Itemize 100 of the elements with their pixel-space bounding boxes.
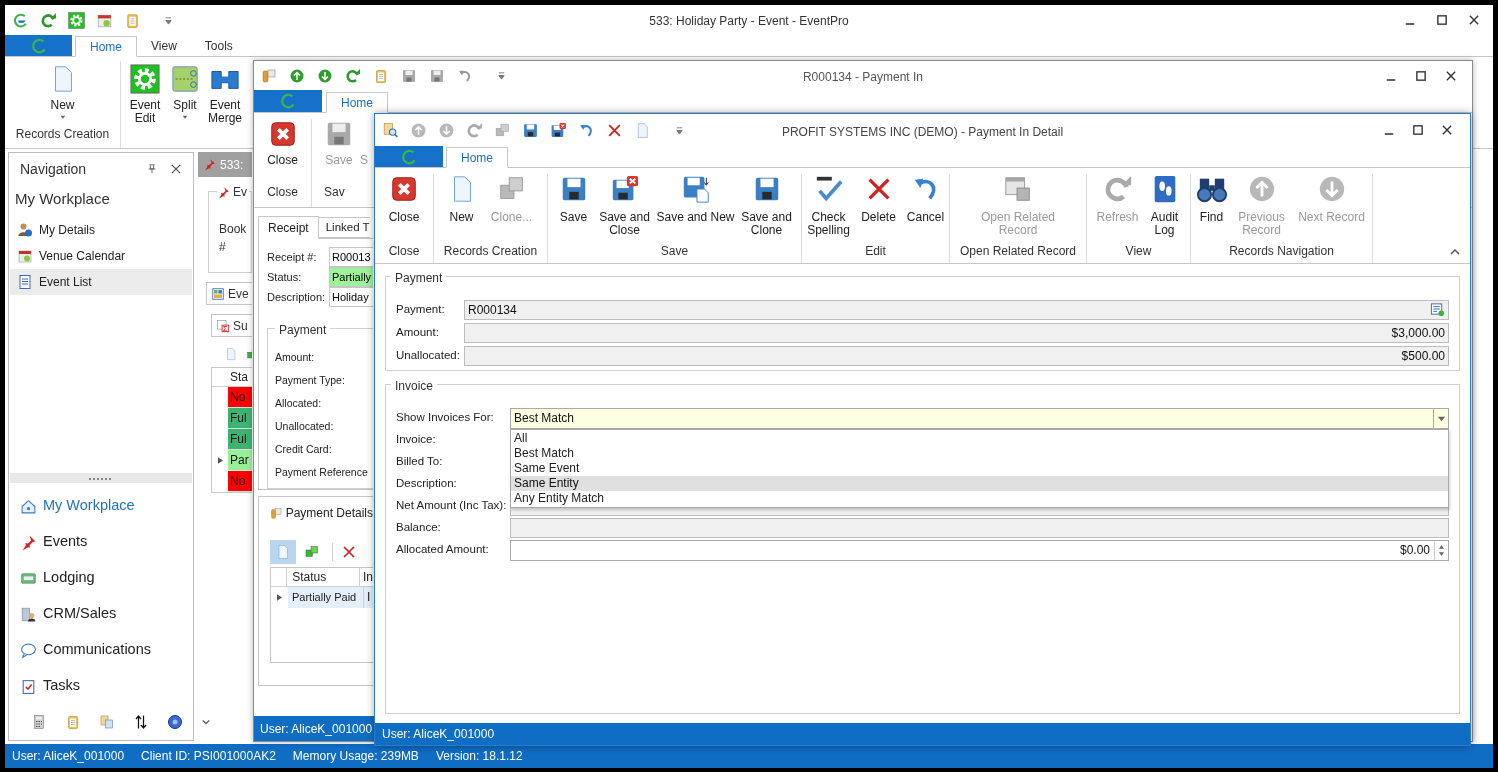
close-icon <box>171 164 181 174</box>
document-list-icon <box>17 273 33 290</box>
dropdown-arrow-icon <box>674 125 684 135</box>
ribbon-button[interactable]: New <box>44 61 81 125</box>
cubes-icon <box>304 544 320 560</box>
person-icon <box>17 221 33 238</box>
input-field[interactable]: Partially <box>329 267 373 287</box>
toolbar-button[interactable] <box>549 120 568 140</box>
ribbon-group-label: View <box>1125 243 1152 260</box>
field-label: Unallocated: <box>275 419 335 434</box>
module-shortcut-button[interactable] <box>167 714 183 730</box>
ribbon-tab[interactable]: Tools <box>190 35 247 56</box>
module-button[interactable]: Communications <box>9 632 193 668</box>
dropdown-option[interactable]: Any Entity Match <box>511 490 1448 506</box>
ribbon-button[interactable]: Split <box>167 61 203 148</box>
ribbon-button[interactable]: Check Spelling <box>802 174 855 242</box>
tab[interactable]: Eve <box>206 282 252 305</box>
spin-field[interactable]: $0.00 <box>510 539 1449 561</box>
close-icon <box>1468 14 1480 26</box>
window-title: 533: Holiday Party - Event - EventPro <box>649 13 849 30</box>
navigation-item[interactable]: Venue Calendar <box>10 242 192 269</box>
chevron-down-icon <box>201 717 211 727</box>
ribbon-button[interactable]: Find <box>1192 174 1231 242</box>
ribbon-button[interactable]: Cancel <box>902 174 949 242</box>
input-field[interactable]: Holiday <box>329 287 373 307</box>
pushpin-icon <box>203 158 216 171</box>
navigation-item[interactable]: Event List <box>10 268 192 295</box>
module-button[interactable]: My Workplace <box>9 488 193 524</box>
magnifier-document-icon <box>382 121 399 139</box>
dropdown-option[interactable]: All <box>511 430 1448 446</box>
dropdown-field[interactable]: Best Match <box>510 407 1449 429</box>
minimize-icon <box>1405 23 1415 25</box>
close-icon <box>389 174 419 204</box>
field-label: Description: <box>267 289 327 305</box>
ribbon-button[interactable]: Event Edit <box>127 61 163 148</box>
status-cell: No <box>228 387 252 408</box>
dropdown-option[interactable]: Same Entity <box>511 475 1448 491</box>
clipboard-icon <box>373 67 389 84</box>
ribbon-button[interactable]: Audit Log <box>1144 174 1185 242</box>
splitter-grip[interactable] <box>10 473 192 483</box>
refresh-icon <box>39 11 57 29</box>
add-button[interactable] <box>246 347 252 361</box>
field-label: Status: <box>267 269 303 285</box>
ribbon-button[interactable]: Save <box>553 174 594 242</box>
ribbon-tab[interactable]: Home <box>75 36 137 57</box>
ribbon-button[interactable]: Event Merge <box>207 61 243 148</box>
input-field[interactable]: $500.00 <box>464 345 1449 366</box>
dropdown-caret-icon <box>59 114 66 120</box>
ribbon-group-label: Save <box>660 243 689 260</box>
ribbon-group-label: Records Navigation <box>1229 243 1334 260</box>
column-header: Sta <box>229 369 249 386</box>
record-tab[interactable]: Receipt <box>258 216 319 239</box>
collapse-ribbon-button[interactable] <box>1450 247 1460 257</box>
status-bar-text: User: AliceK_001000 <box>12 748 125 765</box>
close-button[interactable] <box>171 163 183 175</box>
input-field[interactable]: $3,000.00 <box>464 322 1449 343</box>
ribbon-group-label: Open Related Record <box>959 243 1077 260</box>
ribbon-button[interactable]: Save and Close <box>595 174 654 242</box>
input-field[interactable]: R000134 <box>464 299 1449 320</box>
coins-icon <box>261 67 277 84</box>
column-header: Status <box>287 568 360 586</box>
dropdown-option[interactable]: Same Event <box>511 460 1448 476</box>
status-cell: Ful <box>228 429 252 450</box>
ribbon-button[interactable]: New <box>441 174 482 242</box>
tab[interactable]: Su <box>211 314 252 337</box>
module-button[interactable]: Tasks <box>9 668 193 704</box>
ribbon-button[interactable]: Save and Clone <box>737 174 796 242</box>
input-field[interactable]: R00013 <box>329 247 373 267</box>
page-icon <box>275 544 291 560</box>
gear-icon <box>130 63 160 95</box>
dropdown-option[interactable]: Best Match <box>511 445 1448 461</box>
navigation-item[interactable]: My Details <box>10 216 192 243</box>
module-button[interactable]: CRM/Sales <box>9 596 193 632</box>
ribbon-button[interactable]: Delete <box>856 174 901 242</box>
module-button[interactable]: Lodging <box>9 560 193 596</box>
documents-icon <box>99 714 115 730</box>
lookup-button[interactable] <box>1430 301 1446 318</box>
ribbon-group-label: Sav <box>324 184 346 201</box>
status-cell: Par <box>228 450 252 471</box>
ribbon-button[interactable]: Close <box>267 119 298 183</box>
field-label: Invoice: <box>396 432 437 448</box>
ribbon-button[interactable]: Save and New <box>655 174 736 242</box>
module-button[interactable]: Events <box>9 524 193 560</box>
spin-arrows-icon <box>1438 543 1445 557</box>
field-label: Payment Reference <box>275 465 369 480</box>
record-tab[interactable]: Linked T <box>318 217 370 238</box>
ribbon-button[interactable]: Close <box>381 174 427 242</box>
module-shortcut-button[interactable] <box>133 714 149 730</box>
field-label: Payment: <box>396 301 446 317</box>
sum-table-icon <box>216 318 230 333</box>
ribbon-tab[interactable]: View <box>137 35 191 56</box>
ribbon-tab[interactable]: Home <box>326 92 388 113</box>
cubes-icon <box>494 121 511 139</box>
ribbon-tab[interactable]: Home <box>446 147 508 168</box>
status-bar-text: Client ID: PSI001000AK2 <box>141 748 276 765</box>
window-box-icon <box>1003 174 1033 204</box>
field-label: Payment Type: <box>275 373 346 388</box>
minimize-icon <box>1384 133 1394 135</box>
ribbon-group-label: Records Creation <box>15 126 110 143</box>
refresh-icon <box>345 67 361 84</box>
